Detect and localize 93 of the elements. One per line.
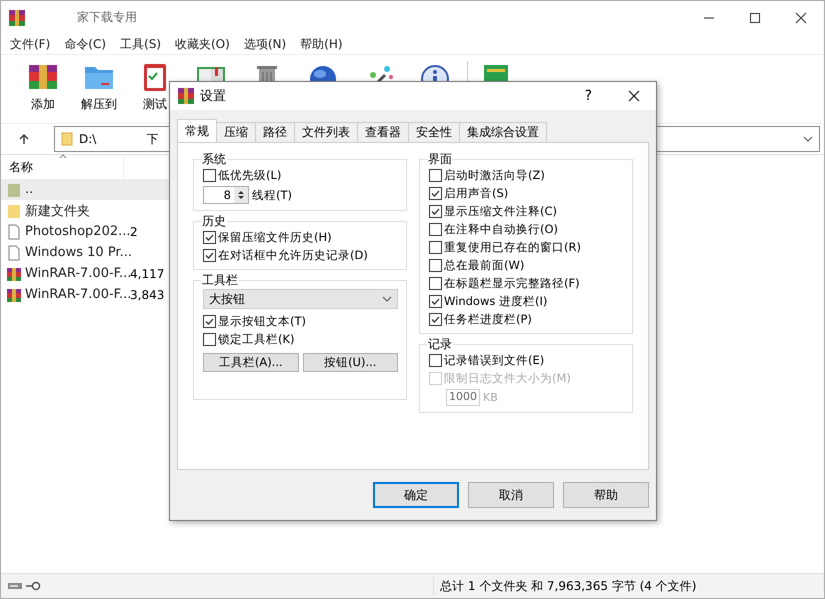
checkbox-label: 低优先级(L) — [218, 168, 282, 183]
group-title: 系统 — [201, 151, 227, 168]
app-icon — [178, 88, 194, 104]
folder-icon — [7, 182, 21, 198]
checkbox[interactable] — [429, 223, 442, 236]
up-arrow-icon[interactable] — [18, 133, 30, 145]
dialog-title: 设置 — [200, 88, 226, 105]
document-icon — [7, 244, 21, 260]
checkbox-label: 显示按钮文本(T) — [218, 314, 306, 329]
drive-icon — [7, 581, 23, 591]
file-row[interactable]: 新建文件夹 — [1, 200, 171, 221]
status-text: 总计 1 个文件夹 和 7,963,365 字节 (4 个文件) — [440, 578, 696, 594]
sort-caret-icon — [59, 154, 67, 159]
file-size: 3,843 — [130, 288, 164, 302]
file-row[interactable]: .. — [1, 179, 171, 200]
toolbar-settings-button[interactable]: 工具栏(A)... — [203, 353, 298, 372]
tab[interactable]: 集成综合设置 — [459, 122, 547, 142]
checkbox[interactable] — [203, 169, 216, 182]
window-title: 家下载专用 — [77, 9, 137, 26]
key-icon — [25, 581, 41, 591]
toolbar-label[interactable]: 解压到 — [81, 96, 117, 113]
checkbox[interactable] — [429, 205, 442, 218]
menu-item[interactable]: 收藏夹(O) — [175, 36, 230, 52]
checkbox[interactable] — [203, 315, 216, 328]
file-name: Photoshop202... — [25, 224, 130, 239]
checkbox-label: 在标题栏显示完整路径(F) — [444, 276, 580, 291]
column-header[interactable]: 名称 — [9, 158, 33, 176]
chevron-icon[interactable] — [803, 136, 813, 142]
checkbox[interactable] — [429, 313, 442, 326]
folder-icon — [7, 202, 21, 218]
checkbox[interactable] — [429, 169, 442, 182]
unit-label: KB — [483, 391, 498, 404]
checkbox[interactable] — [429, 354, 442, 367]
file-name: 新建文件夹 — [25, 202, 91, 220]
checkbox[interactable] — [203, 333, 216, 346]
spin-arrows-icon[interactable] — [237, 189, 245, 201]
dialog-button[interactable]: 确定 — [373, 482, 459, 508]
archive-icon — [7, 286, 21, 302]
checkbox[interactable] — [203, 249, 216, 262]
archive-icon — [7, 266, 21, 282]
checkbox[interactable] — [429, 295, 442, 308]
file-row[interactable]: Windows 10 Pr... — [1, 242, 171, 263]
checkbox[interactable] — [429, 187, 442, 200]
checkbox[interactable] — [429, 277, 442, 290]
file-name: WinRAR-7.00-F... — [25, 287, 130, 302]
checkbox[interactable] — [429, 241, 442, 254]
group-title: 界面 — [427, 151, 453, 168]
checkbox-label: 启用声音(S) — [444, 186, 508, 201]
menu-item[interactable]: 帮助(H) — [300, 36, 343, 52]
file-row[interactable]: WinRAR-7.00-F...3,843 — [1, 284, 171, 305]
checkbox-label: Windows 进度栏(I) — [444, 294, 548, 309]
checkbox-label: 保留压缩文件历史(H) — [218, 230, 332, 245]
folder-icon — [61, 132, 73, 146]
toolbar-label[interactable]: 测试 — [143, 96, 167, 113]
toolbar-settings-button[interactable]: 按钮(U)... — [302, 353, 398, 372]
dialog-button[interactable]: 帮助 — [563, 482, 649, 508]
menu-item[interactable]: 工具(S) — [120, 36, 161, 52]
group-title: 工具栏 — [201, 272, 239, 289]
checkbox-label: 限制日志文件大小为(M) — [444, 371, 571, 386]
checkbox-label: 在对话框中允许历史记录(D) — [218, 248, 368, 263]
checkbox-label: 总在最前面(W) — [444, 258, 524, 273]
checkbox-label: 重复使用已存在的窗口(R) — [444, 240, 581, 255]
file-size: 2 — [130, 224, 138, 238]
file-name: .. — [25, 182, 34, 197]
tab[interactable]: 常规 — [177, 119, 217, 142]
menu-item[interactable]: 命令(C) — [64, 36, 106, 52]
file-row[interactable]: WinRAR-7.00-F...4,117 — [1, 263, 171, 284]
dialog-button[interactable]: 取消 — [468, 482, 554, 508]
checkbox-label: 启动时激活向导(Z) — [444, 168, 545, 183]
checkbox[interactable] — [203, 231, 216, 244]
checkbox-label: 在注释中自动换行(O) — [444, 222, 558, 237]
group-title: 记录 — [427, 336, 453, 353]
close-icon[interactable] — [628, 90, 640, 102]
menu-item[interactable]: 文件(F) — [10, 36, 50, 52]
app-icon — [9, 10, 25, 26]
checkbox-label: 显示压缩文件注释(C) — [444, 204, 558, 219]
file-size: 4,117 — [130, 266, 164, 280]
checkbox-label: 记录错误到文件(E) — [444, 353, 544, 368]
checkbox-label: 任务栏进度栏(P) — [444, 312, 532, 327]
dropdown[interactable]: 大按钮 — [203, 289, 398, 309]
file-row[interactable]: Photoshop202...2 — [1, 221, 171, 242]
spinner-label: 线程(T) — [252, 188, 292, 202]
chevron-icon[interactable] — [382, 296, 392, 302]
menu-item[interactable]: 选项(N) — [244, 36, 286, 52]
group-title: 历史 — [201, 213, 227, 230]
checkbox[interactable] — [429, 259, 442, 272]
file-name: WinRAR-7.00-F... — [25, 266, 130, 281]
toolbar-label[interactable]: 添加 — [31, 96, 55, 113]
checkbox-label: 锁定工具栏(K) — [218, 332, 295, 347]
document-icon — [7, 224, 21, 240]
file-name: Windows 10 Pr... — [25, 245, 130, 260]
help-button[interactable]: ? — [584, 88, 592, 104]
thread-spinner[interactable]: 8 — [203, 186, 249, 204]
